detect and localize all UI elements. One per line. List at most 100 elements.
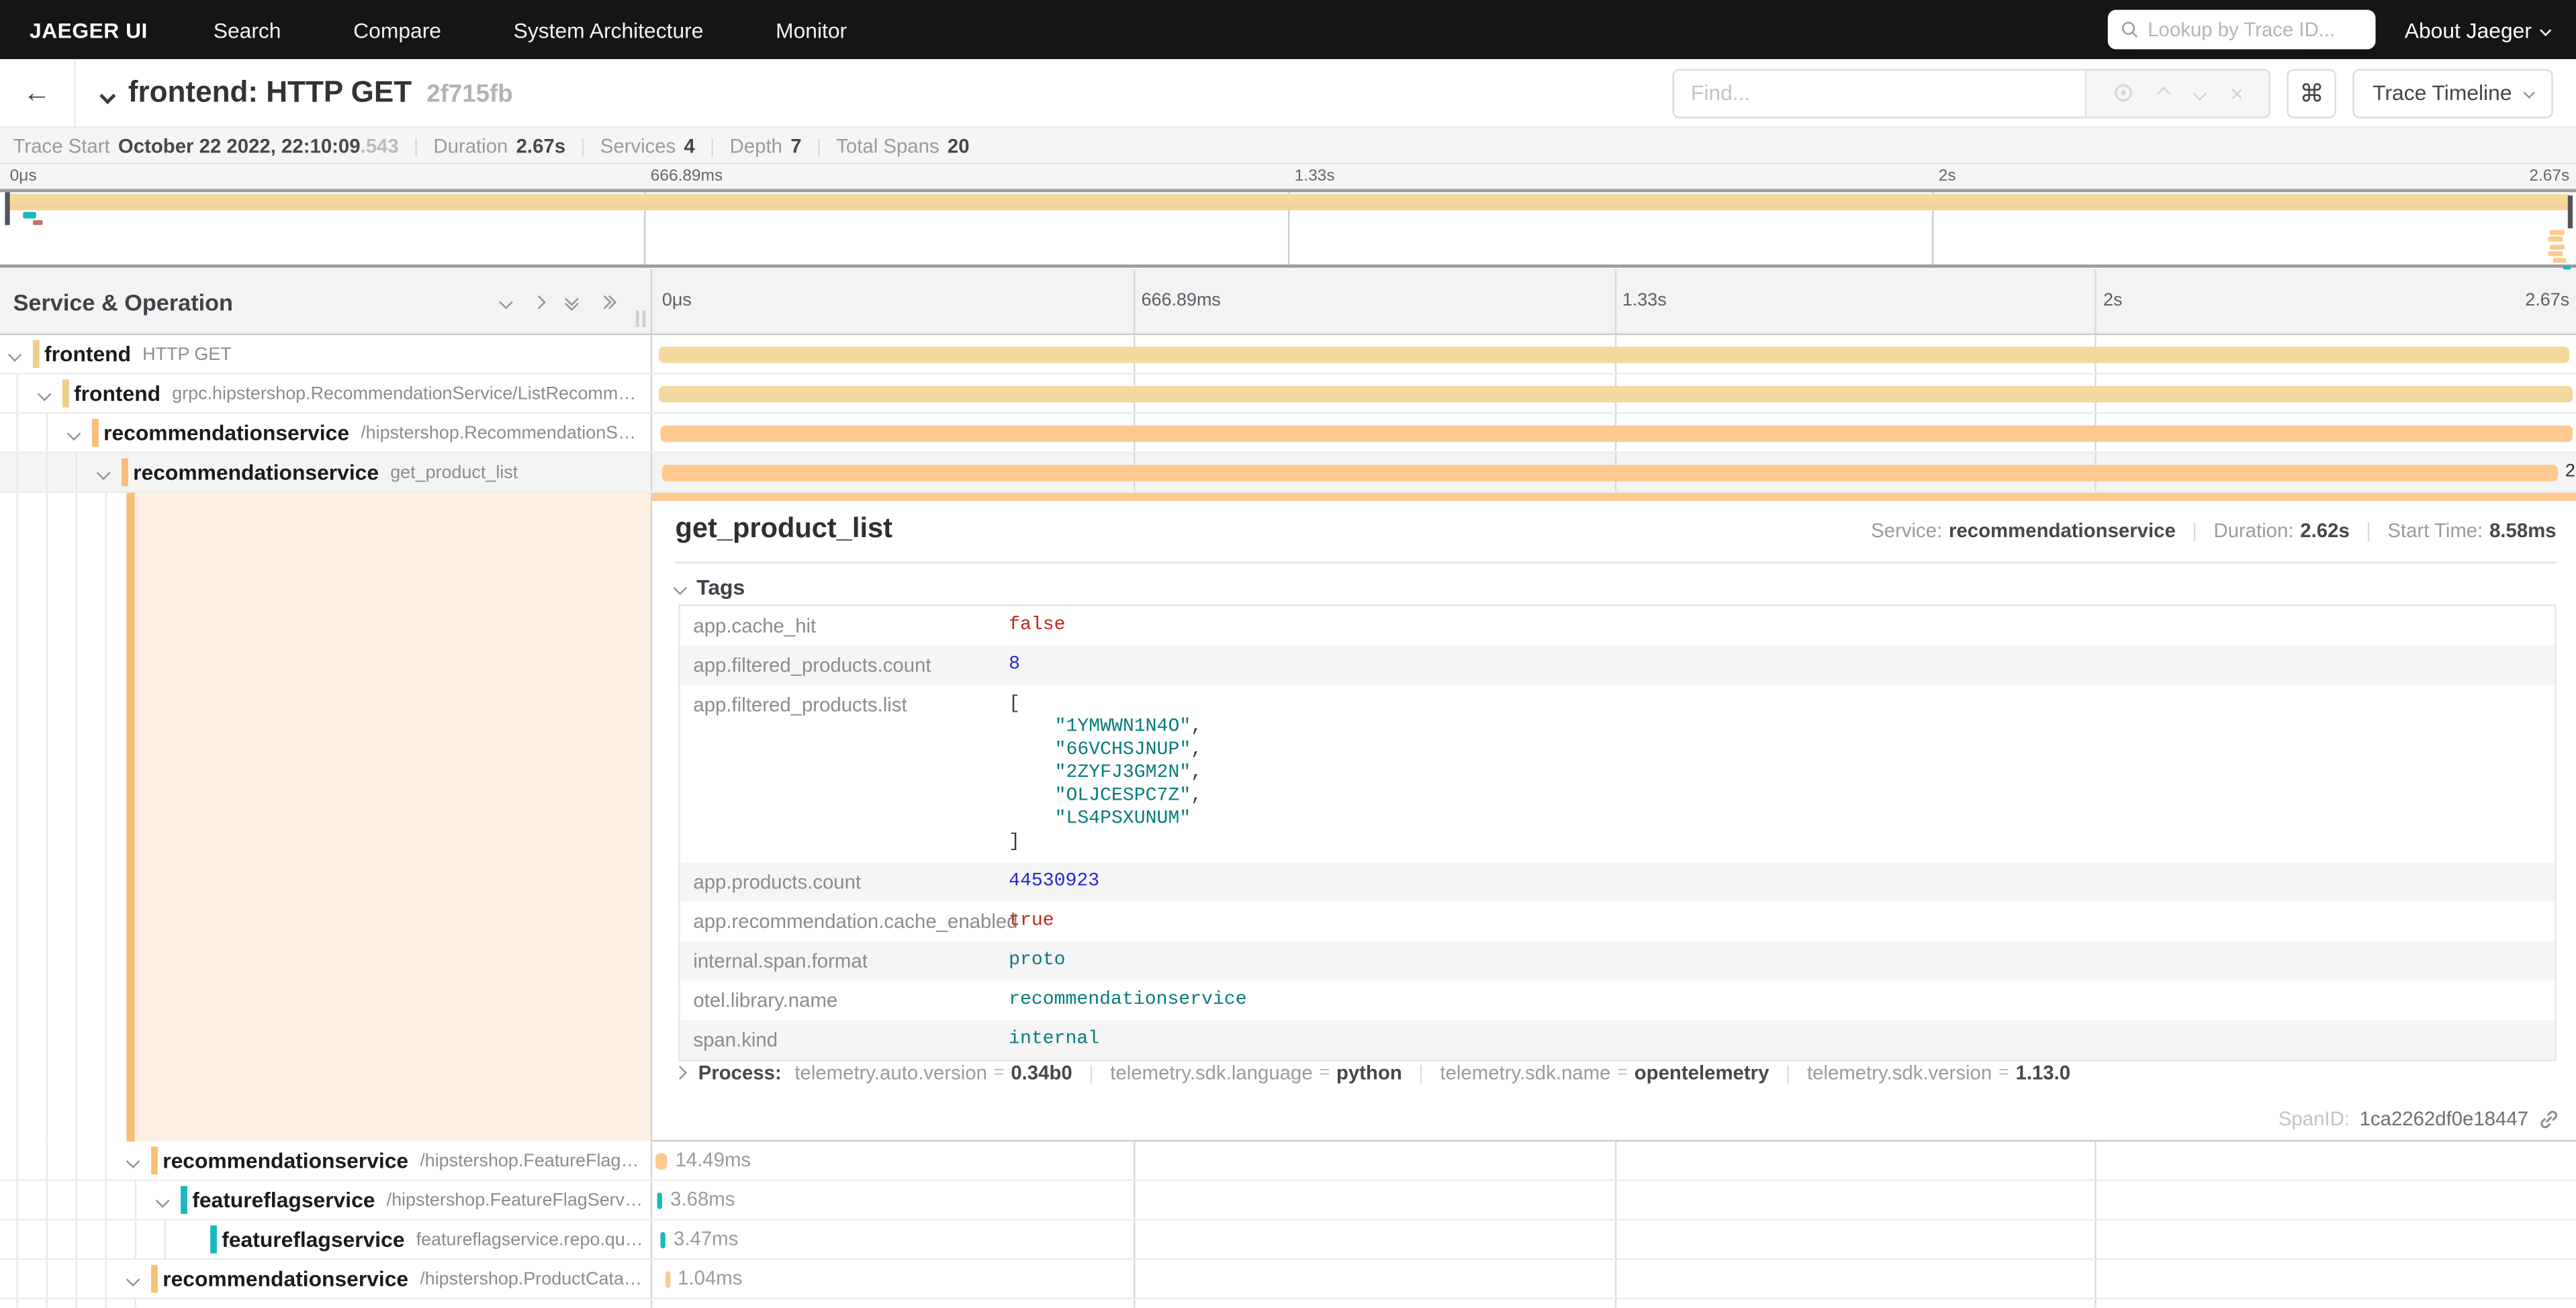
span-duration-bar[interactable] [665, 1272, 670, 1288]
span-duration-bar[interactable] [657, 1193, 662, 1209]
span-row-timeline[interactable]: 14.49ms [652, 1141, 2576, 1179]
minimap-left-scrubber[interactable] [5, 192, 9, 225]
span-row [0, 1299, 2576, 1307]
keyboard-shortcuts-button[interactable]: ⌘ [2287, 68, 2336, 118]
span-row-timeline[interactable]: 3.47ms [652, 1221, 2576, 1258]
tag-row[interactable]: span.kindinternal [680, 1020, 2555, 1060]
span-row-name-column[interactable]: recommendationservice/hipstershop.Recomm… [0, 414, 652, 451]
collapse-trace-chevron-icon[interactable] [99, 88, 116, 104]
divider: | [1786, 1061, 1791, 1084]
view-selector-dropdown[interactable]: Trace Timeline [2353, 68, 2553, 118]
span-row-timeline[interactable]: 3.68ms [652, 1181, 2576, 1219]
minimap-span-bar [32, 220, 42, 226]
span-row-name-column[interactable]: recommendationservice/hipstershop.Featur… [0, 1141, 652, 1179]
trace-toolbar: × ⌘ Trace Timeline [1673, 68, 2576, 118]
span-row-name-column[interactable]: featureflagservice/hipstershop.FeatureFl… [0, 1181, 652, 1219]
tag-value: proto [1009, 948, 1065, 974]
service-name: recommendationservice [163, 1266, 408, 1291]
span-duration-bar[interactable] [658, 346, 2571, 363]
nav-menu: SearchCompareSystem ArchitectureMonitor [177, 17, 883, 42]
process-key: telemetry.sdk.language [1110, 1061, 1312, 1084]
span-duration-bar[interactable] [662, 465, 2559, 481]
indent-guide [135, 1221, 136, 1258]
operation-name: /hipstershop.FeatureFlagService... [420, 1151, 651, 1170]
span-collapse-chevron-icon[interactable] [156, 1194, 170, 1208]
trace-minimap: 0μs666.89ms1.33s2s2.67s [0, 165, 2576, 270]
span-collapse-chevron-icon[interactable] [126, 1272, 140, 1287]
trace-title: frontend: HTTP GET [128, 76, 412, 110]
tag-row[interactable]: internal.span.formatproto [680, 941, 2555, 981]
span-duration-bar[interactable] [660, 426, 2573, 442]
span-row-timeline[interactable]: 1.04ms [652, 1260, 2576, 1297]
nav-item-search[interactable]: Search [177, 17, 317, 42]
expand-all-icon[interactable] [600, 297, 614, 307]
find-group: × [1673, 68, 2270, 118]
minimap-span-bar [2563, 265, 2571, 269]
span-row-timeline[interactable]: 2.62s [652, 453, 2576, 491]
indent-guide [16, 453, 17, 491]
indent-guide [105, 1221, 107, 1258]
brand-logo[interactable]: JAEGER UI [0, 17, 177, 42]
service-color-accent [210, 1225, 217, 1254]
span-operation-title: get_product_list [675, 512, 892, 545]
find-prev-icon[interactable] [2157, 86, 2171, 100]
tag-row[interactable]: otel.library.namerecommendationservice [680, 981, 2555, 1021]
find-next-icon[interactable] [2193, 86, 2207, 100]
span-row-name-column[interactable]: frontendgrpc.hipstershop.RecommendationS… [0, 375, 652, 412]
span-duration-bar[interactable] [655, 1153, 667, 1169]
span-row-name-column[interactable]: recommendationserviceget_product_list [0, 453, 652, 491]
operation-name: grpc.hipstershop.RecommendationService/L… [172, 383, 651, 403]
span-duration-label: 2.62s [2565, 461, 2576, 481]
span-collapse-chevron-icon[interactable] [126, 1154, 140, 1168]
summary-item: Total Spans20 [836, 134, 969, 156]
about-jaeger-dropdown[interactable]: About Jaeger [2405, 17, 2550, 42]
nav-item-compare[interactable]: Compare [317, 17, 477, 42]
deep-link-icon[interactable] [2538, 1108, 2560, 1129]
service-color-accent [92, 419, 99, 447]
tag-key: app.cache_hit [680, 613, 1009, 639]
nav-item-system-architecture[interactable]: System Architecture [477, 17, 739, 42]
find-clear-icon[interactable]: × [2230, 80, 2244, 106]
tags-section-toggle[interactable]: Tags [675, 575, 745, 600]
nav-item-monitor[interactable]: Monitor [739, 17, 883, 42]
collapse-one-icon[interactable] [499, 295, 513, 309]
back-button[interactable]: ← [0, 58, 76, 128]
tag-row[interactable]: app.products.count44530923 [680, 862, 2555, 902]
span-row-name-column[interactable]: featureflagservicefeatureflagservice.rep… [0, 1221, 652, 1258]
span-collapse-chevron-icon[interactable] [97, 466, 111, 480]
span-row-timeline[interactable] [652, 1299, 2576, 1307]
ruler-tick-label: 2.67s [2525, 291, 2569, 310]
focus-target-icon[interactable] [2113, 82, 2134, 103]
chevron-down-icon [2540, 24, 2551, 35]
expand-one-icon[interactable] [532, 295, 546, 309]
span-duration-bar[interactable] [660, 1232, 665, 1248]
trace-lookup-input[interactable] [2148, 18, 2362, 41]
span-row-name-column[interactable] [0, 1299, 652, 1307]
process-value: 1.13.0 [2015, 1061, 2070, 1084]
collapse-all-icon[interactable] [567, 294, 577, 309]
span-duration-bar[interactable] [658, 386, 2572, 402]
minimap-right-scrubber[interactable] [2568, 195, 2573, 228]
trace-lookup-box[interactable] [2107, 10, 2375, 50]
tag-row[interactable]: app.filtered_products.count8 [680, 645, 2555, 685]
ruler-tick-label: 666.89ms [1142, 291, 1221, 310]
span-row-name-column[interactable]: recommendationservice/hipstershop.Produc… [0, 1260, 652, 1297]
tag-row[interactable]: app.cache_hitfalse [680, 606, 2555, 646]
minimap-canvas[interactable] [0, 189, 2576, 267]
span-collapse-chevron-icon[interactable] [67, 426, 81, 440]
span-collapse-chevron-icon[interactable] [8, 348, 22, 362]
find-input[interactable] [1674, 70, 2085, 115]
column-resize-grip[interactable] [636, 310, 646, 326]
timeline-ruler: 0μs666.89ms1.33s2s2.67s [652, 269, 2576, 333]
span-row-name-column[interactable]: frontendHTTP GET [0, 335, 652, 373]
span-row: recommendationservice/hipstershop.Recomm… [0, 414, 2576, 453]
tag-row[interactable]: app.filtered_products.list["1YMWWN1N4O",… [680, 685, 2555, 862]
process-section-toggle[interactable]: Process: telemetry.auto.version=0.34b0|t… [675, 1061, 2070, 1084]
span-row-timeline[interactable] [652, 335, 2576, 373]
summary-item: Depth7 [730, 134, 802, 156]
span-row-timeline[interactable] [652, 375, 2576, 412]
span-row-timeline[interactable] [652, 414, 2576, 451]
summary-item: Trace StartOctober 22 2022, 22:10:09.543 [13, 134, 399, 156]
tag-row[interactable]: app.recommendation.cache_enabledtrue [680, 902, 2555, 941]
span-collapse-chevron-icon[interactable] [38, 387, 52, 402]
